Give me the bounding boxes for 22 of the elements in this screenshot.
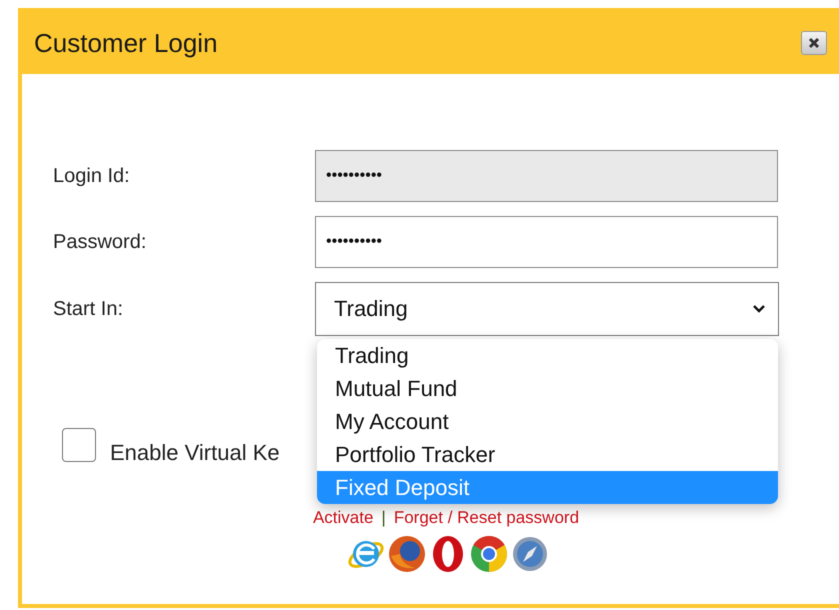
dropdown-option[interactable]: Portfolio Tracker xyxy=(317,438,778,471)
input-field[interactable]: •••••••••• xyxy=(315,150,778,202)
close-button[interactable] xyxy=(801,31,827,55)
separator: | xyxy=(381,508,386,528)
start-in-dropdown[interactable]: Trading xyxy=(315,282,779,336)
dialog-title: Customer Login xyxy=(34,28,218,58)
input-field[interactable]: •••••••••• xyxy=(315,216,778,268)
compass-icon xyxy=(510,534,550,574)
tricolor-circle-icon xyxy=(469,534,509,574)
field-label: Login Id: xyxy=(53,164,131,188)
chevron-down-icon xyxy=(752,304,766,314)
reset-password-link[interactable]: Forget / Reset password xyxy=(394,508,580,528)
checkbox-label: Enable Virtual Ke xyxy=(110,440,280,466)
globe-icon xyxy=(387,534,427,574)
dropdown-option[interactable]: Trading xyxy=(317,339,778,372)
close-icon xyxy=(807,36,821,50)
field-label: Password: xyxy=(53,230,148,254)
field-label: Start In: xyxy=(53,298,124,320)
checkbox[interactable] xyxy=(62,428,96,462)
dropdown-option[interactable]: My Account xyxy=(317,405,778,438)
dropdown-option[interactable]: Mutual Fund xyxy=(317,372,778,405)
activate-link[interactable]: Activate xyxy=(312,508,374,528)
